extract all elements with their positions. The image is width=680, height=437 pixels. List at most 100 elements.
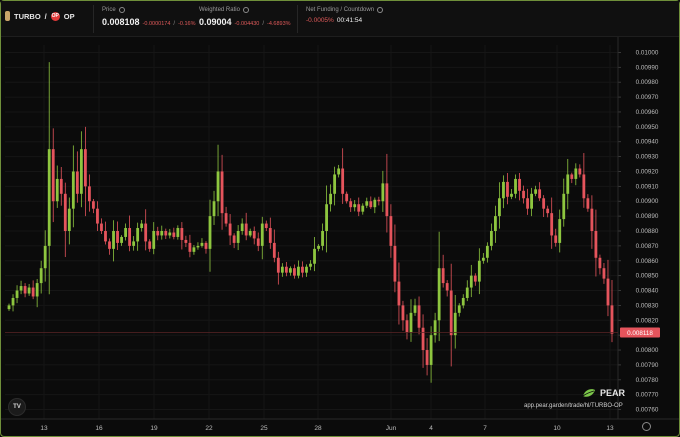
- funding-stat: Net Funding / Countdown -0.0005% 00:41:5…: [306, 7, 384, 24]
- candle-body: [305, 266, 308, 273]
- op-token-icon: OP: [50, 11, 60, 21]
- candle-body: [558, 219, 562, 243]
- candle-body: [284, 266, 288, 273]
- candle-body: [260, 223, 264, 246]
- candle-body: [272, 242, 276, 258]
- y-tick-label: 0.00820: [636, 317, 659, 324]
- candle-body: [240, 223, 244, 231]
- x-tick-label: 10: [553, 425, 561, 432]
- candle-body: [280, 266, 284, 273]
- candle-body: [7, 305, 11, 310]
- info-icon[interactable]: [118, 7, 125, 13]
- candle-body: [228, 223, 232, 236]
- candle-body: [264, 223, 268, 229]
- pair-separator: /: [44, 11, 47, 21]
- candle-body: [437, 268, 441, 321]
- candle-body: [252, 231, 256, 239]
- candle-body: [51, 149, 55, 202]
- candle-body: [47, 149, 51, 246]
- candle-body: [566, 174, 570, 194]
- x-tick-label: 16: [95, 425, 103, 432]
- candle-body: [526, 198, 529, 209]
- candle-body: [128, 228, 132, 246]
- weighted-ratio-change-pct: -4.6893%: [267, 21, 291, 27]
- market-header: TURBO / OP OP Price 0.008108 -0.0000174 …: [1, 1, 679, 37]
- x-tick-label: 25: [260, 425, 268, 432]
- candle-body: [313, 248, 316, 264]
- chart-settings-icon[interactable]: [642, 422, 651, 431]
- y-tick-label: 0.00940: [636, 139, 659, 146]
- price-stat: Price 0.008108 -0.0000174 / -0.16%: [102, 7, 196, 27]
- candle-body: [43, 245, 47, 269]
- candle-body: [325, 204, 328, 231]
- weighted-ratio-stat: Weighted Ratio 0.09004 -0.004430 / -4.68…: [199, 7, 291, 27]
- candle-body: [401, 305, 405, 321]
- y-tick-label: 0.00760: [636, 407, 659, 414]
- candle-body: [67, 208, 71, 231]
- candle-body: [156, 231, 160, 236]
- y-tick-label: 0.00920: [636, 168, 659, 175]
- info-icon[interactable]: [242, 7, 249, 13]
- candle-body: [236, 231, 240, 243]
- y-tick-label: 0.00980: [636, 79, 659, 86]
- x-tick-label: 7: [483, 425, 487, 432]
- candle-body: [393, 245, 397, 282]
- candle-body: [413, 305, 417, 313]
- candle-body: [582, 174, 586, 199]
- candle-body: [506, 181, 509, 197]
- candle-body: [216, 171, 220, 202]
- info-icon[interactable]: [377, 7, 384, 13]
- y-tick-label: 0.00860: [636, 258, 659, 265]
- header-divider: [297, 5, 298, 33]
- candle-body: [184, 239, 188, 243]
- weighted-ratio-slash: /: [262, 21, 264, 27]
- candle-body: [39, 268, 43, 284]
- candle-body: [79, 149, 83, 194]
- candle-body: [309, 263, 312, 267]
- y-tick-label: 0.00900: [636, 198, 659, 205]
- y-tick-label: 0.00950: [636, 124, 659, 131]
- pear-leaf-icon: [582, 389, 595, 397]
- candle-body: [530, 193, 533, 209]
- candle-body: [562, 193, 566, 220]
- candle-body: [196, 245, 200, 248]
- candle-body: [361, 205, 365, 212]
- candle-body: [276, 257, 280, 273]
- candle-body: [461, 297, 465, 306]
- tradingview-logo-icon[interactable]: TV: [8, 398, 26, 416]
- candle-body: [35, 283, 39, 297]
- candle-body: [329, 193, 333, 205]
- candle-body: [578, 168, 582, 175]
- candle-body: [224, 213, 228, 224]
- candle-body: [301, 266, 304, 273]
- y-tick-label: 0.00960: [636, 109, 659, 116]
- price-change-abs: -0.0000174: [142, 21, 171, 27]
- y-tick-label: 0.01000: [636, 49, 659, 56]
- candle-body: [598, 257, 602, 269]
- pair-selector[interactable]: TURBO / OP OP: [5, 11, 75, 21]
- price-change-slash: /: [173, 21, 176, 27]
- weighted-ratio-change-abs: -0.004430: [234, 21, 260, 27]
- candle-body: [100, 223, 103, 231]
- x-tick-label: 22: [205, 425, 213, 432]
- candle-body: [473, 275, 477, 282]
- candle-body: [574, 168, 578, 179]
- candle-body: [317, 245, 320, 249]
- candle-body: [31, 287, 35, 297]
- candle-body: [104, 231, 107, 242]
- candle-body: [514, 178, 517, 194]
- pear-brand-name: PEAR: [600, 388, 626, 398]
- candle-body: [485, 245, 489, 258]
- y-tick-label: 0.00990: [636, 64, 659, 71]
- candlestick-chart-svg[interactable]: 0.01000 0.00990 0.00980 0.00970 0.00960 0.009…: [1, 37, 679, 436]
- price-chart[interactable]: 0.01000 0.00990 0.00980 0.00970 0.00960 0.009…: [1, 37, 679, 436]
- candle-body: [59, 178, 63, 194]
- candle-body: [477, 260, 481, 282]
- candle-body: [397, 281, 401, 306]
- funding-countdown: 00:41:54: [336, 17, 363, 24]
- candle-body: [164, 231, 168, 236]
- y-tick-label: 0.00790: [636, 362, 659, 369]
- trade-url: app.pear.garden/trade/hl/TURBO-OP: [524, 403, 623, 409]
- candle-body: [75, 171, 79, 194]
- candle-body: [333, 174, 337, 194]
